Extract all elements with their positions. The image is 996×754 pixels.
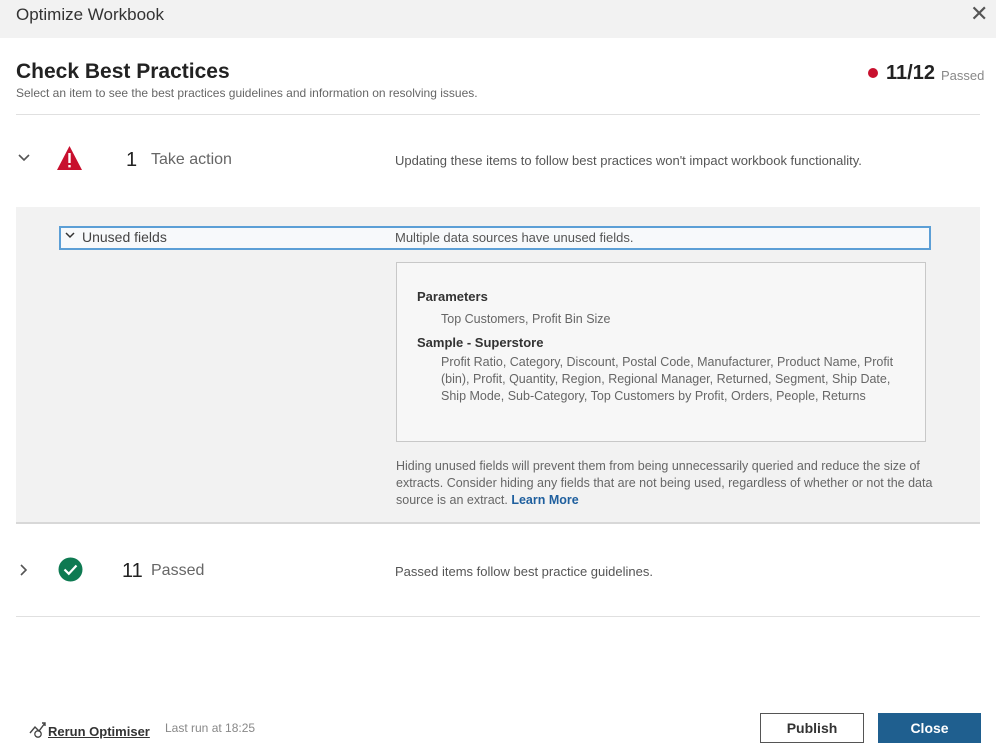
window-title: Optimize Workbook	[16, 5, 165, 24]
score-value: 11/12	[886, 61, 935, 84]
group-title: Sample - Superstore	[417, 335, 544, 350]
unused-fields-explanation: Hiding unused fields will prevent them f…	[396, 458, 936, 509]
learn-more-link[interactable]: Learn More	[511, 493, 578, 507]
chevron-right-icon[interactable]	[17, 563, 31, 581]
divider	[16, 616, 980, 617]
close-button[interactable]: Close	[878, 713, 981, 743]
warning-triangle-icon	[56, 145, 83, 176]
rerun-icon	[28, 719, 48, 744]
publish-button[interactable]: Publish	[760, 713, 864, 743]
group-fields: Top Customers, Profit Bin Size	[441, 312, 611, 326]
score-summary: 11/12 Passed	[868, 61, 984, 85]
dialog-titlebar: Optimize Workbook ✕	[0, 0, 996, 38]
close-icon[interactable]: ✕	[970, 3, 988, 25]
group-title: Parameters	[417, 289, 488, 304]
page-subtitle: Select an item to see the best practices…	[16, 86, 478, 100]
rerun-optimiser-button[interactable]: Rerun Optimiser	[28, 719, 150, 744]
rerun-optimiser-label[interactable]: Rerun Optimiser	[48, 724, 150, 739]
passed-count: 11	[122, 560, 143, 582]
passed-description: Passed items follow best practice guidel…	[395, 564, 653, 579]
page-title: Check Best Practices	[16, 60, 230, 83]
group-fields: Profit Ratio, Category, Discount, Postal…	[441, 355, 894, 403]
explanation-text: Hiding unused fields will prevent them f…	[396, 459, 933, 507]
last-run-text: Last run at 18:25	[165, 721, 256, 735]
check-circle-icon	[58, 557, 83, 587]
take-action-label: Take action	[151, 151, 232, 168]
unused-fields-item[interactable]: Unused fields Multiple data sources have…	[59, 226, 931, 250]
passed-label: Passed	[151, 562, 205, 579]
chevron-down-icon[interactable]	[64, 229, 76, 244]
chevron-down-icon[interactable]	[17, 151, 31, 169]
score-label: Passed	[940, 67, 985, 83]
unused-fields-description: Multiple data sources have unused fields…	[395, 230, 634, 245]
status-dot	[868, 68, 878, 78]
unused-fields-details: Parameters Top Customers, Profit Bin Siz…	[396, 262, 926, 442]
divider	[16, 114, 980, 115]
take-action-description: Updating these items to follow best prac…	[395, 153, 862, 168]
take-action-count: 1	[126, 149, 138, 171]
unused-fields-label: Unused fields	[82, 229, 167, 245]
